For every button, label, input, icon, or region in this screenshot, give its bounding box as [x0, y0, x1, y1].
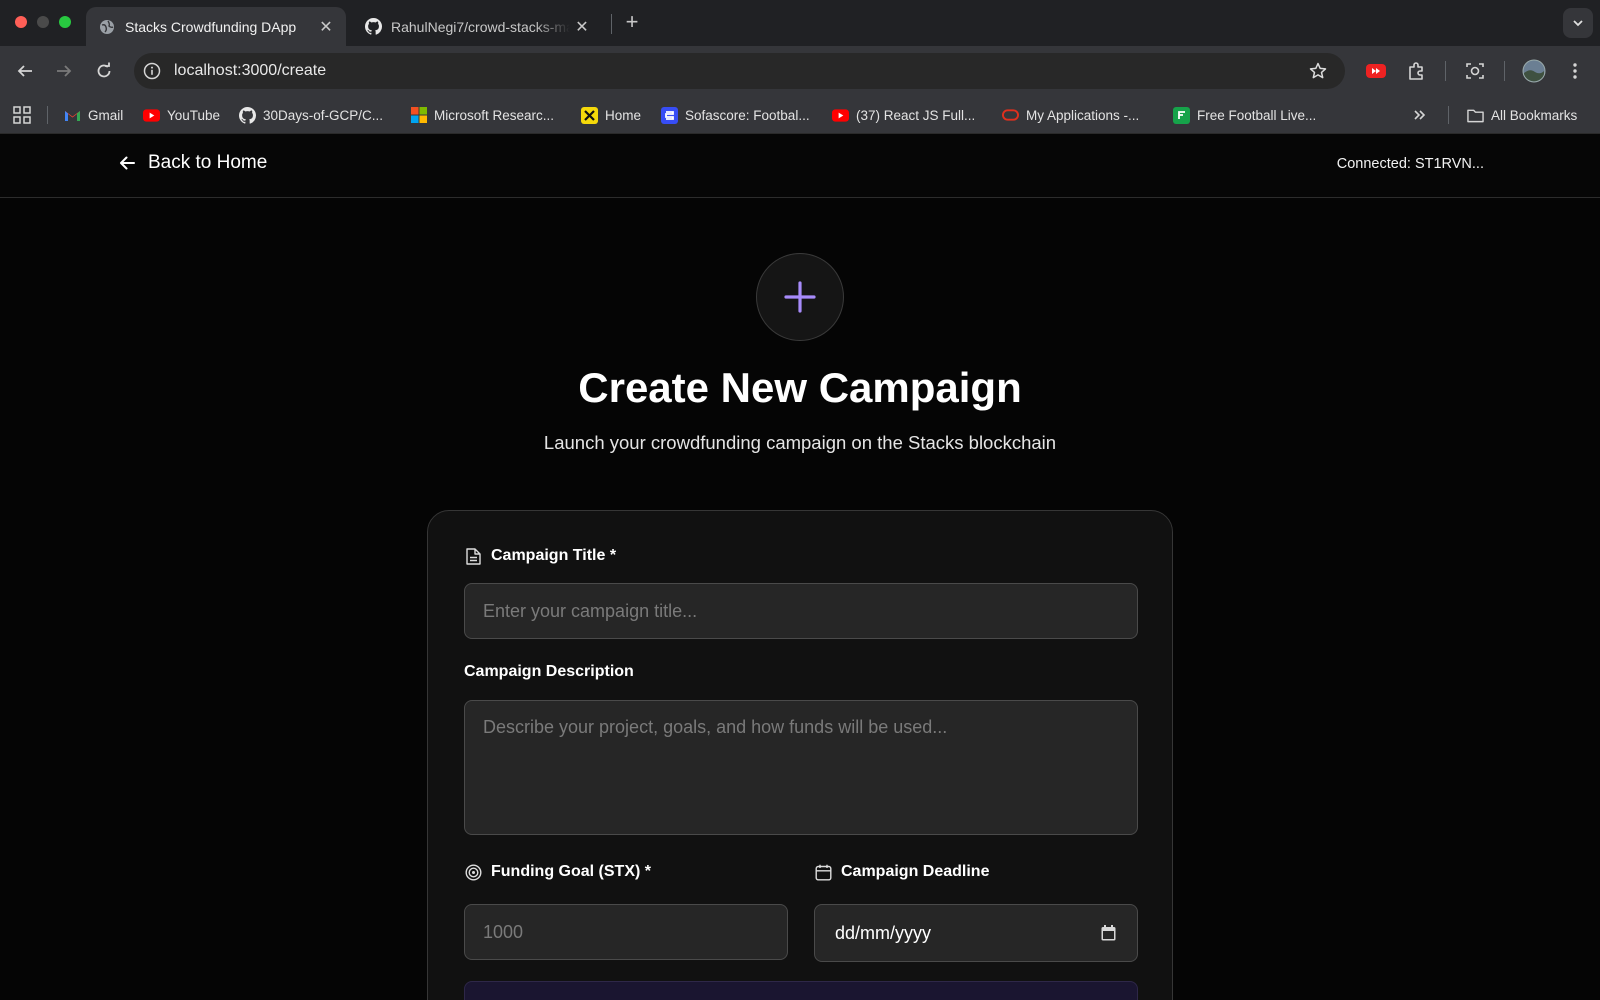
campaign-description-textarea[interactable]	[464, 700, 1138, 835]
campaign-title-label: Campaign Title *	[464, 547, 616, 565]
close-icon[interactable]: ✕	[314, 15, 338, 39]
football-icon	[1173, 106, 1190, 124]
calendar-icon	[814, 863, 832, 881]
bookmark-label: Microsoft Researc...	[434, 107, 555, 123]
bookmark-free-football[interactable]: Free Football Live...	[1173, 105, 1316, 125]
url-text: localhost:3000/create	[174, 62, 327, 79]
plus-icon	[756, 253, 844, 341]
bookmark-react-js[interactable]: (37) React JS Full...	[832, 105, 975, 125]
funding-goal-input[interactable]	[464, 904, 788, 960]
funding-goal-label-text: Funding Goal (STX) *	[491, 863, 651, 880]
bookmarks-overflow-icon[interactable]	[1413, 105, 1427, 125]
tab-stacks-crowdfunding[interactable]: Stacks Crowdfunding DApp ✕	[86, 7, 346, 46]
toolbar-divider	[1504, 61, 1505, 81]
bookmark-microsoft-research[interactable]: Microsoft Researc...	[410, 105, 554, 125]
back-to-home-link[interactable]: Back to Home	[116, 152, 267, 174]
page-subtitle: Launch your crowdfunding campaign on the…	[543, 432, 1057, 453]
window-minimize-button[interactable]	[37, 16, 49, 28]
home-site-icon	[581, 106, 598, 124]
bookmark-label: (37) React JS Full...	[856, 107, 976, 123]
bookmark-label: Gmail	[88, 107, 124, 123]
screenshot-lens-icon[interactable]	[1463, 59, 1487, 83]
tab-title: RahulNegi7/crowd-stacks-main	[391, 18, 570, 35]
create-campaign-form: Campaign Title * Campaign Description Fu…	[427, 510, 1173, 1000]
bookmark-label: My Applications -...	[1026, 107, 1140, 123]
bookmark-gmail[interactable]: Gmail	[64, 105, 123, 125]
reload-icon[interactable]	[92, 59, 116, 83]
github-icon	[239, 106, 256, 124]
all-bookmarks-label: All Bookmarks	[1491, 107, 1578, 123]
tab-title: Stacks Crowdfunding DApp	[125, 18, 297, 35]
window-zoom-button[interactable]	[59, 16, 71, 28]
kebab-menu-icon[interactable]	[1563, 59, 1587, 83]
bookmark-label: 30Days-of-GCP/C...	[263, 107, 384, 123]
calendar-picker-icon[interactable]	[1099, 924, 1117, 942]
campaign-description-label-text: Campaign Description	[464, 663, 634, 680]
funding-goal-label: Funding Goal (STX) *	[464, 863, 651, 881]
address-bar[interactable]: localhost:3000/create	[134, 53, 1345, 89]
apps-grid-icon[interactable]	[13, 105, 31, 125]
youtube-icon	[832, 107, 849, 124]
youtube-extension-icon[interactable]	[1364, 59, 1388, 83]
bookmark-label: Sofascore: Footbal...	[685, 107, 810, 123]
bookmark-my-applications[interactable]: My Applications -...	[1002, 105, 1139, 125]
target-icon	[464, 863, 482, 881]
bookmark-label: Home	[605, 107, 642, 123]
back-arrow-icon[interactable]	[13, 59, 37, 83]
globe-icon	[98, 18, 116, 36]
youtube-icon	[143, 107, 160, 124]
site-info-icon[interactable]	[142, 61, 162, 81]
bookmark-sofascore[interactable]: Sofascore: Footbal...	[661, 105, 810, 125]
page-title: Create New Campaign	[578, 364, 1022, 411]
campaign-title-input[interactable]	[464, 583, 1138, 639]
campaign-title-label-text: Campaign Title *	[491, 547, 617, 564]
bookmark-youtube[interactable]: YouTube	[143, 105, 220, 125]
back-to-home-label: Back to Home	[148, 152, 268, 173]
window-close-button[interactable]	[15, 16, 27, 28]
wallet-connected-status: Connected: ST1RVN...	[1336, 156, 1484, 172]
campaign-description-label: Campaign Description	[464, 663, 634, 681]
forward-arrow-icon[interactable]	[52, 59, 76, 83]
microsoft-icon	[410, 107, 427, 124]
campaign-deadline-label: Campaign Deadline	[814, 863, 989, 881]
tab-github-repo[interactable]: RahulNegi7/crowd-stacks-main ✕	[352, 7, 602, 46]
bookmarks-divider	[47, 106, 48, 124]
arrow-left-icon	[116, 152, 138, 174]
tab-search-button[interactable]	[1563, 8, 1593, 38]
folder-icon	[1467, 107, 1484, 124]
bookmarks-divider	[1448, 106, 1449, 124]
page-content: Back to Home Connected: ST1RVN... Create…	[0, 134, 1600, 1000]
document-icon	[464, 547, 482, 565]
app-header: Back to Home Connected: ST1RVN...	[0, 134, 1600, 198]
github-icon	[364, 18, 382, 36]
campaign-deadline-label-text: Campaign Deadline	[841, 863, 990, 880]
deadline-value: dd/mm/yyyy	[835, 922, 932, 943]
tab-divider	[611, 14, 612, 34]
bookmark-30days-gcp[interactable]: 30Days-of-GCP/C...	[239, 105, 383, 125]
gmail-icon	[64, 107, 81, 124]
extensions-puzzle-icon[interactable]	[1404, 59, 1428, 83]
toolbar-divider	[1445, 61, 1446, 81]
bookmark-home[interactable]: Home	[581, 105, 641, 125]
bookmarks-bar: Gmail YouTube 30Days-of-GCP/C... Microso…	[0, 96, 1600, 134]
next-form-section	[464, 981, 1138, 1000]
close-icon[interactable]: ✕	[570, 15, 594, 39]
sofascore-icon	[661, 106, 678, 124]
bookmark-star-icon[interactable]	[1307, 60, 1329, 82]
new-tab-button[interactable]: +	[620, 9, 644, 34]
browser-tab-strip: Stacks Crowdfunding DApp ✕ RahulNegi7/cr…	[0, 0, 1600, 46]
browser-toolbar: localhost:3000/create	[0, 46, 1600, 96]
campaign-deadline-input[interactable]: dd/mm/yyyy	[814, 904, 1138, 962]
profile-avatar[interactable]	[1522, 59, 1546, 83]
bookmark-label: YouTube	[167, 107, 221, 123]
oracle-icon	[1002, 107, 1019, 124]
bookmark-label: Free Football Live...	[1197, 107, 1317, 123]
all-bookmarks-button[interactable]: All Bookmarks	[1467, 105, 1577, 125]
